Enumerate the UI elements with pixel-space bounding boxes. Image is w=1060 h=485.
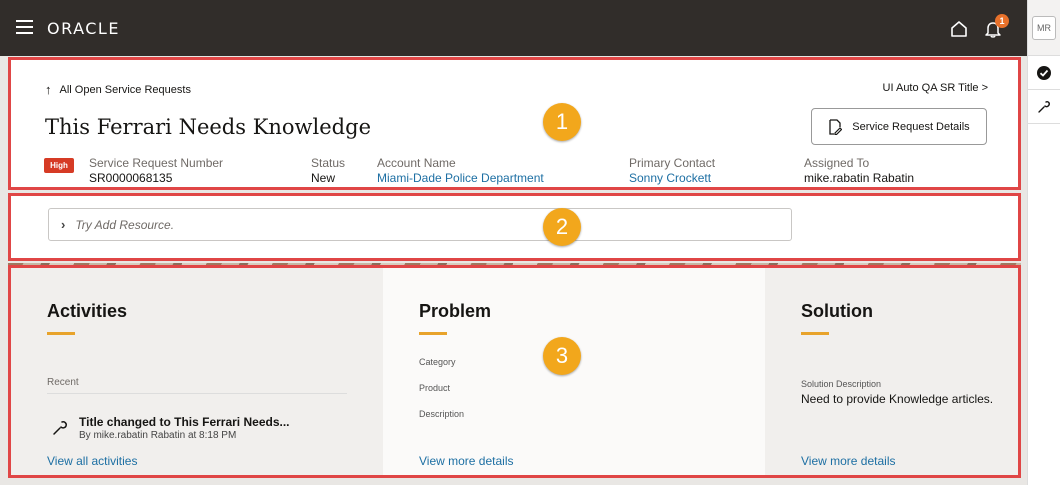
sr-details-button[interactable]: Service Request Details [811, 108, 987, 145]
app-root: ORACLE 1 MR ↑ All Open Service Requests … [0, 0, 1060, 485]
activities-title: Activities [47, 301, 128, 321]
problem-card: Problem Category Product Description Vie… [383, 268, 765, 475]
arrow-up-icon: ↑ [45, 82, 52, 97]
priority-badge: High [44, 158, 74, 173]
right-rail: MR [1027, 0, 1060, 485]
sr-number-field: Service Request Number SR0000068135 [89, 156, 223, 185]
top-bar: ORACLE 1 [0, 0, 1027, 56]
primary-contact-link[interactable]: Sonny Crockett [629, 171, 715, 185]
status-field: Status New [311, 156, 345, 185]
product-label: Product [419, 383, 451, 393]
divider [47, 393, 347, 394]
content-panel: Activities Recent Title changed to This … [8, 265, 1021, 478]
back-link-label: All Open Service Requests [59, 83, 191, 96]
edit-document-icon [829, 118, 843, 135]
view-all-activities-link[interactable]: View all activities [47, 454, 137, 468]
field-value: New [311, 171, 336, 185]
check-circle-icon [1037, 65, 1051, 80]
back-link[interactable]: ↑ All Open Service Requests [45, 82, 191, 97]
menu-icon[interactable] [16, 20, 33, 34]
account-field: Account Name Miami-Dade Police Departmen… [377, 156, 544, 185]
account-link[interactable]: Miami-Dade Police Department [377, 171, 544, 185]
sr-header-panel: ↑ All Open Service Requests UI Auto QA S… [8, 57, 1021, 190]
callout-marker-2: 2 [543, 208, 581, 246]
activity-item[interactable]: Title changed to This Ferrari Needs... B… [51, 415, 290, 441]
field-label: Service Request Number [89, 156, 224, 170]
activity-meta: By mike.rabatin Rabatin at 8:18 PM [79, 430, 237, 441]
field-value: mike.rabatin Rabatin [804, 171, 915, 185]
rail-tools-button[interactable] [1028, 90, 1060, 124]
accent-bar [801, 332, 829, 335]
page-title: This Ferrari Needs Knowledge [45, 115, 371, 139]
accent-bar [47, 332, 75, 335]
solution-title: Solution [801, 301, 873, 321]
assigned-to-field: Assigned To mike.rabatin Rabatin [804, 156, 914, 185]
chevron-right-icon: › [61, 217, 66, 232]
field-label: Status [311, 156, 346, 170]
notification-badge: 1 [995, 14, 1009, 28]
accent-bar [419, 332, 447, 335]
field-label: Assigned To [804, 156, 870, 170]
activities-card: Activities Recent Title changed to This … [11, 268, 383, 475]
wrench-icon [53, 421, 67, 435]
resource-placeholder: Try Add Resource. [75, 217, 175, 232]
solution-view-more-link[interactable]: View more details [801, 454, 896, 468]
callout-marker-3: 3 [543, 337, 581, 375]
field-value: SR0000068135 [89, 171, 173, 185]
callout-marker-1: 1 [543, 103, 581, 141]
resource-panel: › Try Add Resource. [8, 193, 1021, 261]
recent-label: Recent [47, 377, 79, 388]
field-label: Primary Contact [629, 156, 716, 170]
add-resource-input[interactable]: › Try Add Resource. [48, 208, 792, 241]
field-label: Account Name [377, 156, 456, 170]
problem-title: Problem [419, 301, 492, 321]
next-sr-link[interactable]: UI Auto QA SR Title > [883, 82, 988, 94]
rail-tasks-button[interactable] [1028, 56, 1060, 90]
wrench-icon [1038, 100, 1050, 113]
oracle-logo[interactable]: ORACLE [47, 19, 120, 38]
sr-details-label: Service Request Details [852, 120, 970, 133]
avatar[interactable]: MR [1032, 15, 1056, 40]
home-icon[interactable] [950, 20, 968, 38]
rail-user-area: MR [1028, 0, 1060, 56]
problem-view-more-link[interactable]: View more details [419, 454, 514, 468]
solution-description-value: Need to provide Knowledge articles. [801, 392, 994, 406]
description-label: Description [419, 409, 465, 419]
solution-card: Solution Solution Description Need to pr… [765, 268, 1018, 475]
category-label: Category [419, 357, 456, 367]
activity-title: Title changed to This Ferrari Needs... [79, 415, 290, 429]
solution-description-label: Solution Description [801, 379, 882, 389]
primary-contact-field: Primary Contact Sonny Crockett [629, 156, 715, 185]
